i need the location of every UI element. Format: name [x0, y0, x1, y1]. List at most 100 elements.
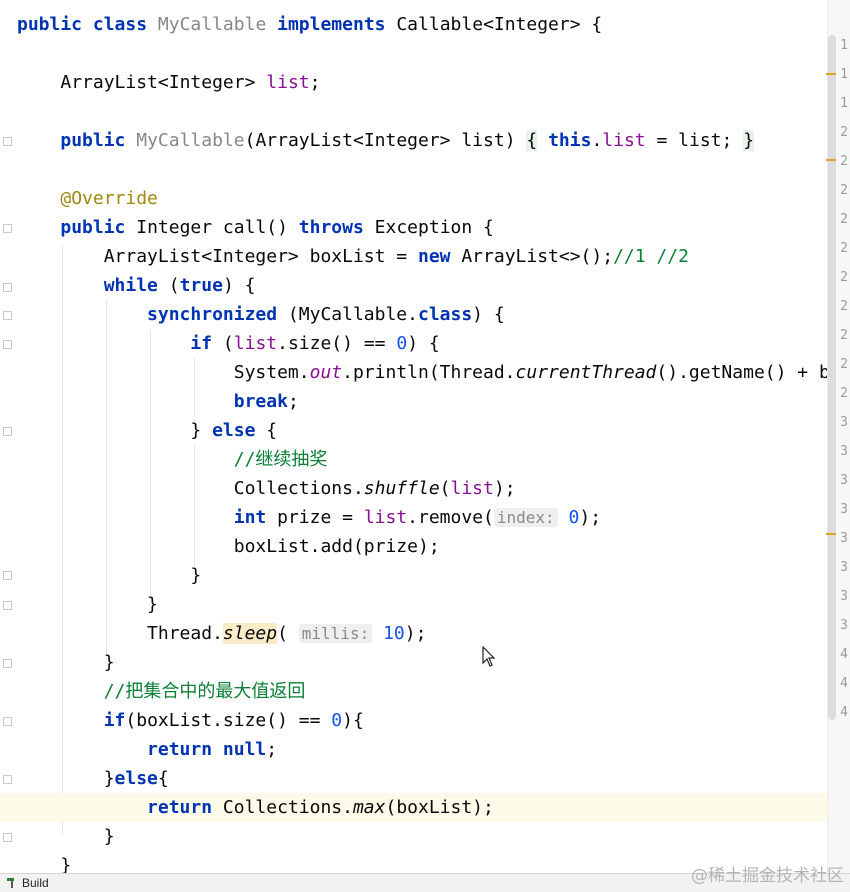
keyword: this — [548, 130, 592, 151]
keyword: synchronized — [147, 304, 278, 325]
line-number: 2 — [840, 299, 848, 314]
fold-marker[interactable] — [3, 717, 12, 726]
code-line-if-empty[interactable]: if(boxList.size() == 0){ — [17, 706, 364, 735]
parameter-list: (ArrayList<Integer> list) — [244, 130, 516, 151]
fold-marker[interactable] — [3, 833, 12, 842]
static-method: sleep — [222, 623, 278, 644]
comment: //把集合中的最大值返回 — [103, 681, 306, 702]
code-text: prize = — [266, 507, 364, 528]
line-number: 2 — [840, 270, 848, 285]
punctuation: ; — [287, 391, 299, 412]
code-line-comment[interactable]: //继续抽奖 — [17, 445, 328, 474]
keyword: break — [233, 391, 288, 412]
punctuation: ); — [404, 623, 427, 644]
punctuation: ){ — [342, 710, 364, 731]
code-line-prize[interactable]: int prize = list.remove(index: 0); — [17, 503, 601, 532]
fold-marker[interactable] — [3, 571, 12, 580]
code-line-add[interactable]: boxList.add(prize); — [17, 532, 440, 561]
line-number: 3 — [840, 415, 848, 430]
number-literal: 0 — [396, 333, 408, 354]
mouse-cursor-icon — [482, 646, 496, 667]
code-line-constructor[interactable]: public MyCallable(ArrayList<Integer> lis… — [17, 126, 755, 155]
punctuation: ( — [277, 623, 288, 644]
line-number: 4 — [840, 705, 848, 720]
field-name: list — [363, 507, 408, 528]
comment: //1 //2 — [613, 246, 689, 267]
code-text: System. — [233, 362, 310, 383]
brace: } — [147, 594, 158, 615]
code-text: ().getName() + b — [656, 362, 830, 383]
punctuation: ) { — [472, 304, 505, 325]
code-line-break[interactable]: break; — [17, 387, 299, 416]
field-name: list — [266, 72, 310, 93]
code-line-annotation[interactable]: @Override — [17, 184, 158, 213]
code-line-else[interactable]: }else{ — [17, 764, 169, 793]
code-line-else[interactable]: } else { — [17, 416, 277, 445]
punctuation: ; — [266, 739, 278, 760]
line-number: 3 — [840, 444, 848, 459]
build-tool-tab[interactable]: Build — [6, 875, 49, 891]
code-line-close[interactable]: } — [17, 822, 115, 851]
code-line-class-declaration[interactable]: public class MyCallable implements Calla… — [17, 10, 602, 39]
punctuation: ); — [579, 507, 602, 528]
fold-marker[interactable] — [3, 224, 12, 233]
keyword: int — [233, 507, 267, 528]
keyword: implements — [277, 14, 386, 35]
punctuation: ; — [309, 72, 321, 93]
code-line-close[interactable]: } — [17, 648, 115, 677]
code-line-comment[interactable]: //把集合中的最大值返回 — [17, 677, 306, 706]
fold-marker[interactable] — [3, 137, 12, 146]
fold-marker[interactable] — [3, 340, 12, 349]
code-editor[interactable]: public class MyCallable implements Calla… — [0, 0, 850, 892]
code-line-synchronized[interactable]: synchronized (MyCallable.class) { — [17, 300, 505, 329]
code-line-println[interactable]: System.out.println(Thread.currentThread(… — [17, 358, 830, 387]
code-line-field[interactable]: ArrayList<Integer> list; — [17, 68, 320, 97]
fold-marker[interactable] — [3, 427, 12, 436]
code-line-if[interactable]: if (list.size() == 0) { — [17, 329, 439, 358]
code-line-return-null[interactable]: return null; — [17, 735, 277, 764]
fold-marker[interactable] — [3, 283, 12, 292]
brace: } — [103, 652, 115, 673]
fold-marker[interactable] — [3, 311, 12, 320]
code-line-boxlist[interactable]: ArrayList<Integer> boxList = new ArrayLi… — [17, 242, 689, 271]
warning-marker[interactable] — [826, 533, 836, 535]
code-text: boxList.add(prize); — [233, 536, 440, 557]
line-number: 3 — [840, 502, 848, 517]
keyword: return — [147, 739, 213, 760]
code-line-shuffle[interactable]: Collections.shuffle(list); — [17, 474, 516, 503]
keyword: while — [103, 275, 158, 296]
fold-marker[interactable] — [3, 659, 12, 668]
code-line-method[interactable]: public Integer call() throws Exception { — [17, 213, 494, 242]
line-number: 3 — [840, 531, 848, 546]
field-name: list — [450, 478, 494, 499]
code-text: (boxList.size() == — [125, 710, 332, 731]
warning-marker[interactable] — [826, 159, 836, 161]
line-number: 2 — [840, 125, 848, 140]
code-text: Collections. — [212, 797, 353, 818]
code-text: Thread. — [147, 623, 223, 644]
code-line-close[interactable]: } — [17, 590, 158, 619]
keyword: class — [417, 304, 473, 325]
punctuation: ) { — [222, 275, 256, 296]
code-line-return-max[interactable]: return Collections.max(boxList); — [0, 793, 837, 822]
punctuation: } — [103, 768, 115, 789]
keyword: else — [212, 420, 256, 441]
annotation: @Override — [60, 188, 158, 209]
keyword: new — [417, 246, 451, 267]
code-line-close[interactable]: } — [17, 561, 201, 590]
line-number: 3 — [840, 560, 848, 575]
vertical-scrollbar[interactable] — [828, 35, 836, 720]
code-text: ArrayList<Integer> boxList = — [103, 246, 418, 267]
field-name: list — [602, 130, 646, 151]
code-line-sleep[interactable]: Thread.sleep( millis: 10); — [17, 619, 426, 648]
code-line-while[interactable]: while (true) { — [17, 271, 256, 300]
keyword: class — [92, 14, 148, 35]
brace: { — [591, 14, 603, 35]
line-number: 4 — [840, 647, 848, 662]
warning-marker[interactable] — [826, 73, 836, 75]
fold-marker[interactable] — [3, 775, 12, 784]
line-number: 3 — [840, 618, 848, 633]
code-text: (MyCallable. — [277, 304, 418, 325]
fold-marker[interactable] — [3, 601, 12, 610]
keyword: throws — [298, 217, 364, 238]
